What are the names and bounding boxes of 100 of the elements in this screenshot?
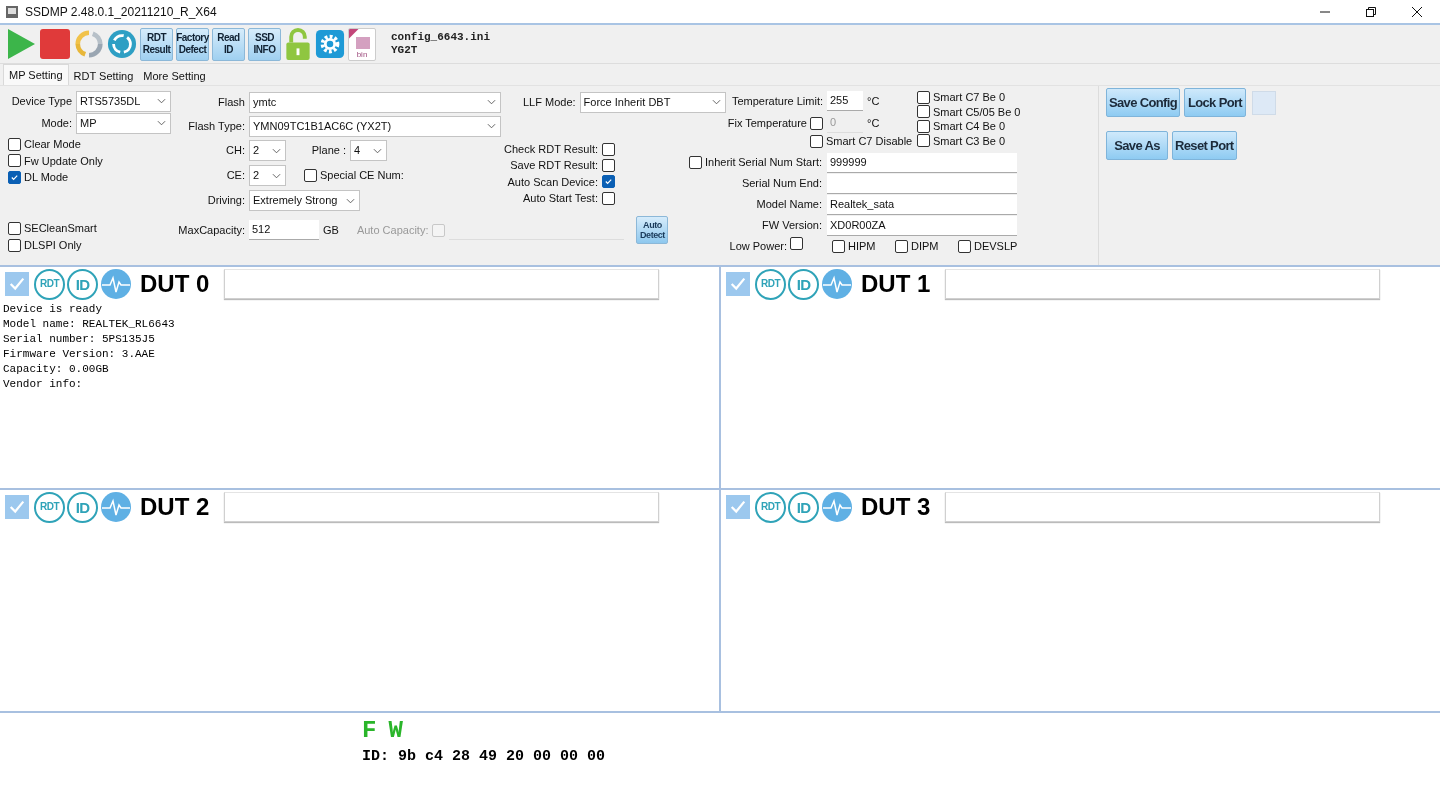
checkbox[interactable] xyxy=(917,119,930,133)
dropdown[interactable]: Force Inherit DBT xyxy=(579,91,726,113)
toolbar-button[interactable]: RDT Result xyxy=(140,27,173,61)
app-icon xyxy=(5,4,19,19)
checkbox-label: Smart C7 Be 0 xyxy=(933,90,1006,105)
checkbox[interactable] xyxy=(917,105,930,119)
action-button[interactable]: Save As xyxy=(1106,131,1168,160)
input-field[interactable]: Realtek_sata xyxy=(827,194,1017,215)
input-field[interactable]: 255 xyxy=(827,91,863,111)
checkbox[interactable] xyxy=(8,221,21,235)
dropdown[interactable]: 2 xyxy=(249,140,286,161)
checkbox[interactable] xyxy=(790,237,803,251)
stop-icon[interactable] xyxy=(39,28,71,60)
dut-title: DUT 3 xyxy=(861,495,932,519)
checkbox[interactable] xyxy=(8,170,21,184)
window-title: SSDMP 2.48.0.1_20211210_R_X64 xyxy=(25,3,217,21)
toolbar-button[interactable]: Read ID xyxy=(212,27,245,61)
checkbox-label: Special CE Num: xyxy=(320,168,404,184)
checkbox[interactable] xyxy=(602,191,615,205)
checkbox-label: Smart C7 Disable xyxy=(826,133,913,149)
checkbox-label: Smart C3 Be 0 xyxy=(933,133,1006,149)
field-label: Low Power: xyxy=(729,238,787,254)
field-label: Driving: xyxy=(206,193,245,209)
checkbox[interactable] xyxy=(726,495,750,519)
dropdown[interactable]: Extremely Strong xyxy=(249,190,360,211)
field-label: Serial Num Start: xyxy=(738,155,822,171)
field-label: Plane : xyxy=(310,143,346,159)
field-label: Auto Capacity: xyxy=(356,223,429,236)
chevron-icon xyxy=(711,99,721,105)
checkbox-label: Inherit xyxy=(705,155,736,171)
check-icon xyxy=(604,177,613,187)
field-label: Auto Start Test: xyxy=(523,190,598,206)
port-indicator xyxy=(1252,90,1276,115)
checkbox[interactable] xyxy=(832,239,845,253)
checkbox[interactable] xyxy=(304,169,317,182)
checkbox[interactable] xyxy=(602,175,615,189)
field-label: GB xyxy=(323,222,339,238)
checkbox[interactable] xyxy=(726,272,750,296)
checkbox[interactable] xyxy=(958,239,971,253)
checkbox[interactable] xyxy=(8,137,21,151)
input-field[interactable]: XD0R00ZA xyxy=(827,215,1017,236)
dut-title: DUT 2 xyxy=(140,495,211,519)
field-label: Serial Num End: xyxy=(741,176,822,192)
checkbox-label: Fw Update Only xyxy=(24,153,103,169)
checkbox[interactable] xyxy=(602,158,615,172)
check-icon xyxy=(729,498,747,516)
checkbox[interactable] xyxy=(810,134,823,148)
checkbox-label: Smart C5/05 Be 0 xyxy=(933,104,1021,120)
field-label: Temperature Limit: xyxy=(730,93,823,109)
field-label: °C xyxy=(867,93,880,109)
checkbox-label: DL Mode xyxy=(24,170,69,185)
tab[interactable]: MP Setting xyxy=(3,64,69,85)
bin-file-icon[interactable]: bin xyxy=(348,27,376,61)
dropdown[interactable]: YMN09TC1B1AC6C (YX2T) xyxy=(249,115,501,137)
dropdown[interactable]: MP xyxy=(76,112,171,134)
action-button[interactable]: Lock Port xyxy=(1184,88,1246,117)
field-label: Flash Type: xyxy=(187,118,245,134)
field-label: CE: xyxy=(225,168,245,184)
chevron-icon xyxy=(346,197,355,204)
chevron-icon xyxy=(487,123,496,129)
recycle-icon[interactable] xyxy=(107,29,137,59)
checkbox[interactable] xyxy=(895,239,908,253)
dropdown[interactable]: RTS5735DL xyxy=(76,90,171,112)
chevron-icon xyxy=(157,120,166,126)
dropdown[interactable]: ymtc xyxy=(249,91,501,113)
dut-title: DUT 1 xyxy=(861,272,932,296)
field-label: Flash xyxy=(217,94,245,110)
input-field[interactable] xyxy=(827,173,1017,194)
checkbox[interactable] xyxy=(602,142,615,156)
field-label: CH: xyxy=(225,143,245,159)
action-button[interactable]: Save Config xyxy=(1106,88,1180,117)
checkbox[interactable] xyxy=(8,154,21,168)
device-id: ID: 9b c4 28 49 20 00 00 00 xyxy=(362,747,607,767)
toolbar-button[interactable]: SSD INFO xyxy=(248,27,281,61)
field-label: Auto Scan Device: xyxy=(507,174,598,190)
checkbox-label: Clear Mode xyxy=(24,137,81,152)
action-button[interactable]: Reset Port xyxy=(1172,131,1237,160)
checkbox[interactable] xyxy=(5,495,29,519)
input-field[interactable]: 999999 xyxy=(827,152,1017,173)
log-line: Serial number: 5PS135J5 xyxy=(3,332,156,347)
check-icon xyxy=(729,275,747,293)
config-text: YG2T xyxy=(391,44,419,57)
checkbox-label: DIPM xyxy=(911,238,939,254)
checkbox[interactable] xyxy=(5,272,29,296)
auto-detect-button[interactable]: Auto Detect xyxy=(636,216,669,244)
check-icon xyxy=(8,275,26,293)
checkbox[interactable] xyxy=(8,238,21,252)
flag-label: W xyxy=(388,717,403,745)
checkbox-label: DEVSLP xyxy=(974,238,1018,254)
checkbox[interactable] xyxy=(917,134,930,148)
checkbox[interactable] xyxy=(810,116,823,130)
field-label: LLF Mode: xyxy=(523,94,576,110)
checkbox[interactable] xyxy=(689,156,702,169)
settings-icon[interactable] xyxy=(315,29,345,59)
toolbar-button[interactable]: Factory Defect xyxy=(176,27,209,61)
input-field[interactable]: 512 xyxy=(249,220,319,240)
check-icon xyxy=(10,172,19,182)
checkbox[interactable] xyxy=(917,90,930,104)
dropdown[interactable]: 2 xyxy=(249,165,286,186)
dropdown[interactable]: 4 xyxy=(350,140,387,161)
